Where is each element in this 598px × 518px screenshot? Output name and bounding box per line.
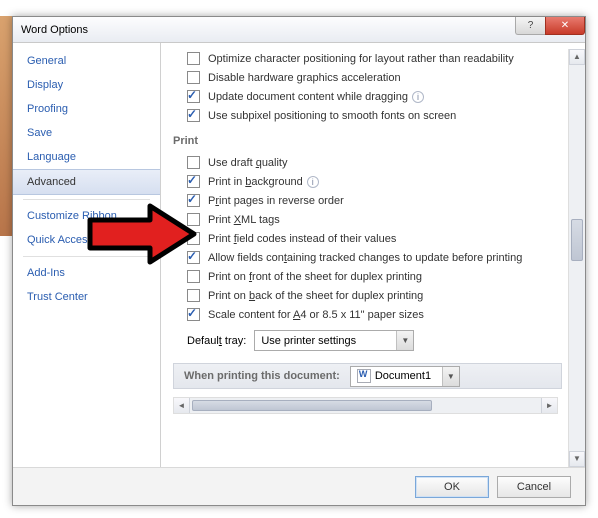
print-opt-row: Print on back of the sheet for duplex pr… [169,286,562,305]
default-tray-combo[interactable]: Use printer settings ▼ [254,330,414,351]
help-button[interactable]: ? [515,17,545,35]
scroll-thumb[interactable] [571,219,583,261]
scroll-thumb[interactable] [192,400,432,411]
display-opt-checkbox[interactable] [187,109,200,122]
cancel-button[interactable]: Cancel [497,476,571,498]
titlebar: Word Options ? ✕ [13,17,585,43]
print-opt-checkbox[interactable] [187,289,200,302]
print-opt-row: Scale content for A4 or 8.5 x 11" paper … [169,305,562,324]
print-opt-label: Allow fields containing tracked changes … [208,252,522,264]
sidebar-item-display[interactable]: Display [13,73,160,97]
sidebar-item-save[interactable]: Save [13,121,160,145]
print-opt-checkbox[interactable] [187,270,200,283]
ok-button[interactable]: OK [415,476,489,498]
scroll-right-button[interactable]: ► [541,398,557,413]
print-opt-checkbox[interactable] [187,308,200,321]
print-opt-label: Scale content for A4 or 8.5 x 11" paper … [208,309,424,321]
print-opt-row: Print in background i [169,172,562,191]
dialog-title: Word Options [21,24,88,36]
default-tray-label: Default tray: [187,335,246,347]
sidebar-item-advanced[interactable]: Advanced [13,169,160,195]
info-icon[interactable]: i [412,91,424,103]
sidebar-item-quick-access-toolbar[interactable]: Quick Access Toolbar [13,228,160,252]
sidebar-item-customize-ribbon[interactable]: Customize Ribbon [13,204,160,228]
display-opt-row: Use subpixel positioning to smooth fonts… [169,106,562,125]
default-tray-value: Use printer settings [261,335,356,347]
print-opt-row: Allow fields containing tracked changes … [169,248,562,267]
display-opt-label: Update document content while dragging [208,91,408,103]
sidebar-item-add-ins[interactable]: Add-Ins [13,261,160,285]
scroll-down-button[interactable]: ▼ [569,451,585,467]
chevron-down-icon[interactable]: ▼ [396,331,413,350]
display-opt-label: Use subpixel positioning to smooth fonts… [208,110,456,122]
print-opt-row: Use draft quality [169,153,562,172]
word-doc-icon [357,369,371,383]
dialog-footer: OK Cancel [13,467,585,505]
display-opt-label: Disable hardware graphics acceleration [208,72,401,84]
chevron-down-icon[interactable]: ▼ [442,367,459,386]
print-opt-checkbox[interactable] [187,194,200,207]
doc-scope-combo[interactable]: Document1 ▼ [350,366,460,387]
print-opt-label: Print in background [208,176,303,188]
horizontal-scrollbar[interactable]: ◄ ► [173,397,558,414]
display-opt-checkbox[interactable] [187,71,200,84]
doc-scope-bar: When printing this document: Document1 ▼ [173,363,562,389]
print-opt-row: Print pages in reverse order [169,191,562,210]
scroll-left-button[interactable]: ◄ [174,398,190,413]
print-opt-label: Print on front of the sheet for duplex p… [208,271,422,283]
display-opt-checkbox[interactable] [187,52,200,65]
info-icon[interactable]: i [307,176,319,188]
print-opt-label: Print XML tags [208,214,280,226]
sidebar-item-general[interactable]: General [13,49,160,73]
display-opt-row: Optimize character positioning for layou… [169,49,562,68]
sidebar: GeneralDisplayProofingSaveLanguageAdvanc… [13,43,161,467]
print-opt-checkbox[interactable] [187,156,200,169]
print-opt-label: Print on back of the sheet for duplex pr… [208,290,423,302]
word-options-dialog: Word Options ? ✕ GeneralDisplayProofingS… [12,16,586,506]
print-header: Print [169,125,562,153]
print-opt-label: Use draft quality [208,157,288,169]
print-opt-checkbox[interactable] [187,232,200,245]
sidebar-item-language[interactable]: Language [13,145,160,169]
doc-scope-label: When printing this document: [184,370,340,382]
print-opt-checkbox[interactable] [187,213,200,226]
print-opt-label: Print field codes instead of their value… [208,233,396,245]
sidebar-item-proofing[interactable]: Proofing [13,97,160,121]
vertical-scrollbar[interactable]: ▲ ▼ [568,49,585,467]
print-opt-checkbox[interactable] [187,175,200,188]
print-opt-label: Print pages in reverse order [208,195,344,207]
print-opt-row: Print field codes instead of their value… [169,229,562,248]
print-opt-row: Print on front of the sheet for duplex p… [169,267,562,286]
scroll-up-button[interactable]: ▲ [569,49,585,65]
sidebar-item-trust-center[interactable]: Trust Center [13,285,160,309]
display-opt-checkbox[interactable] [187,90,200,103]
display-opt-row: Update document content while dragging i [169,87,562,106]
doc-scope-value: Document1 [375,370,431,382]
close-button[interactable]: ✕ [545,17,585,35]
print-opt-row: Print XML tags [169,210,562,229]
display-opt-label: Optimize character positioning for layou… [208,53,514,65]
print-opt-checkbox[interactable] [187,251,200,264]
settings-pane: Optimize character positioning for layou… [161,43,585,467]
display-opt-row: Disable hardware graphics acceleration [169,68,562,87]
